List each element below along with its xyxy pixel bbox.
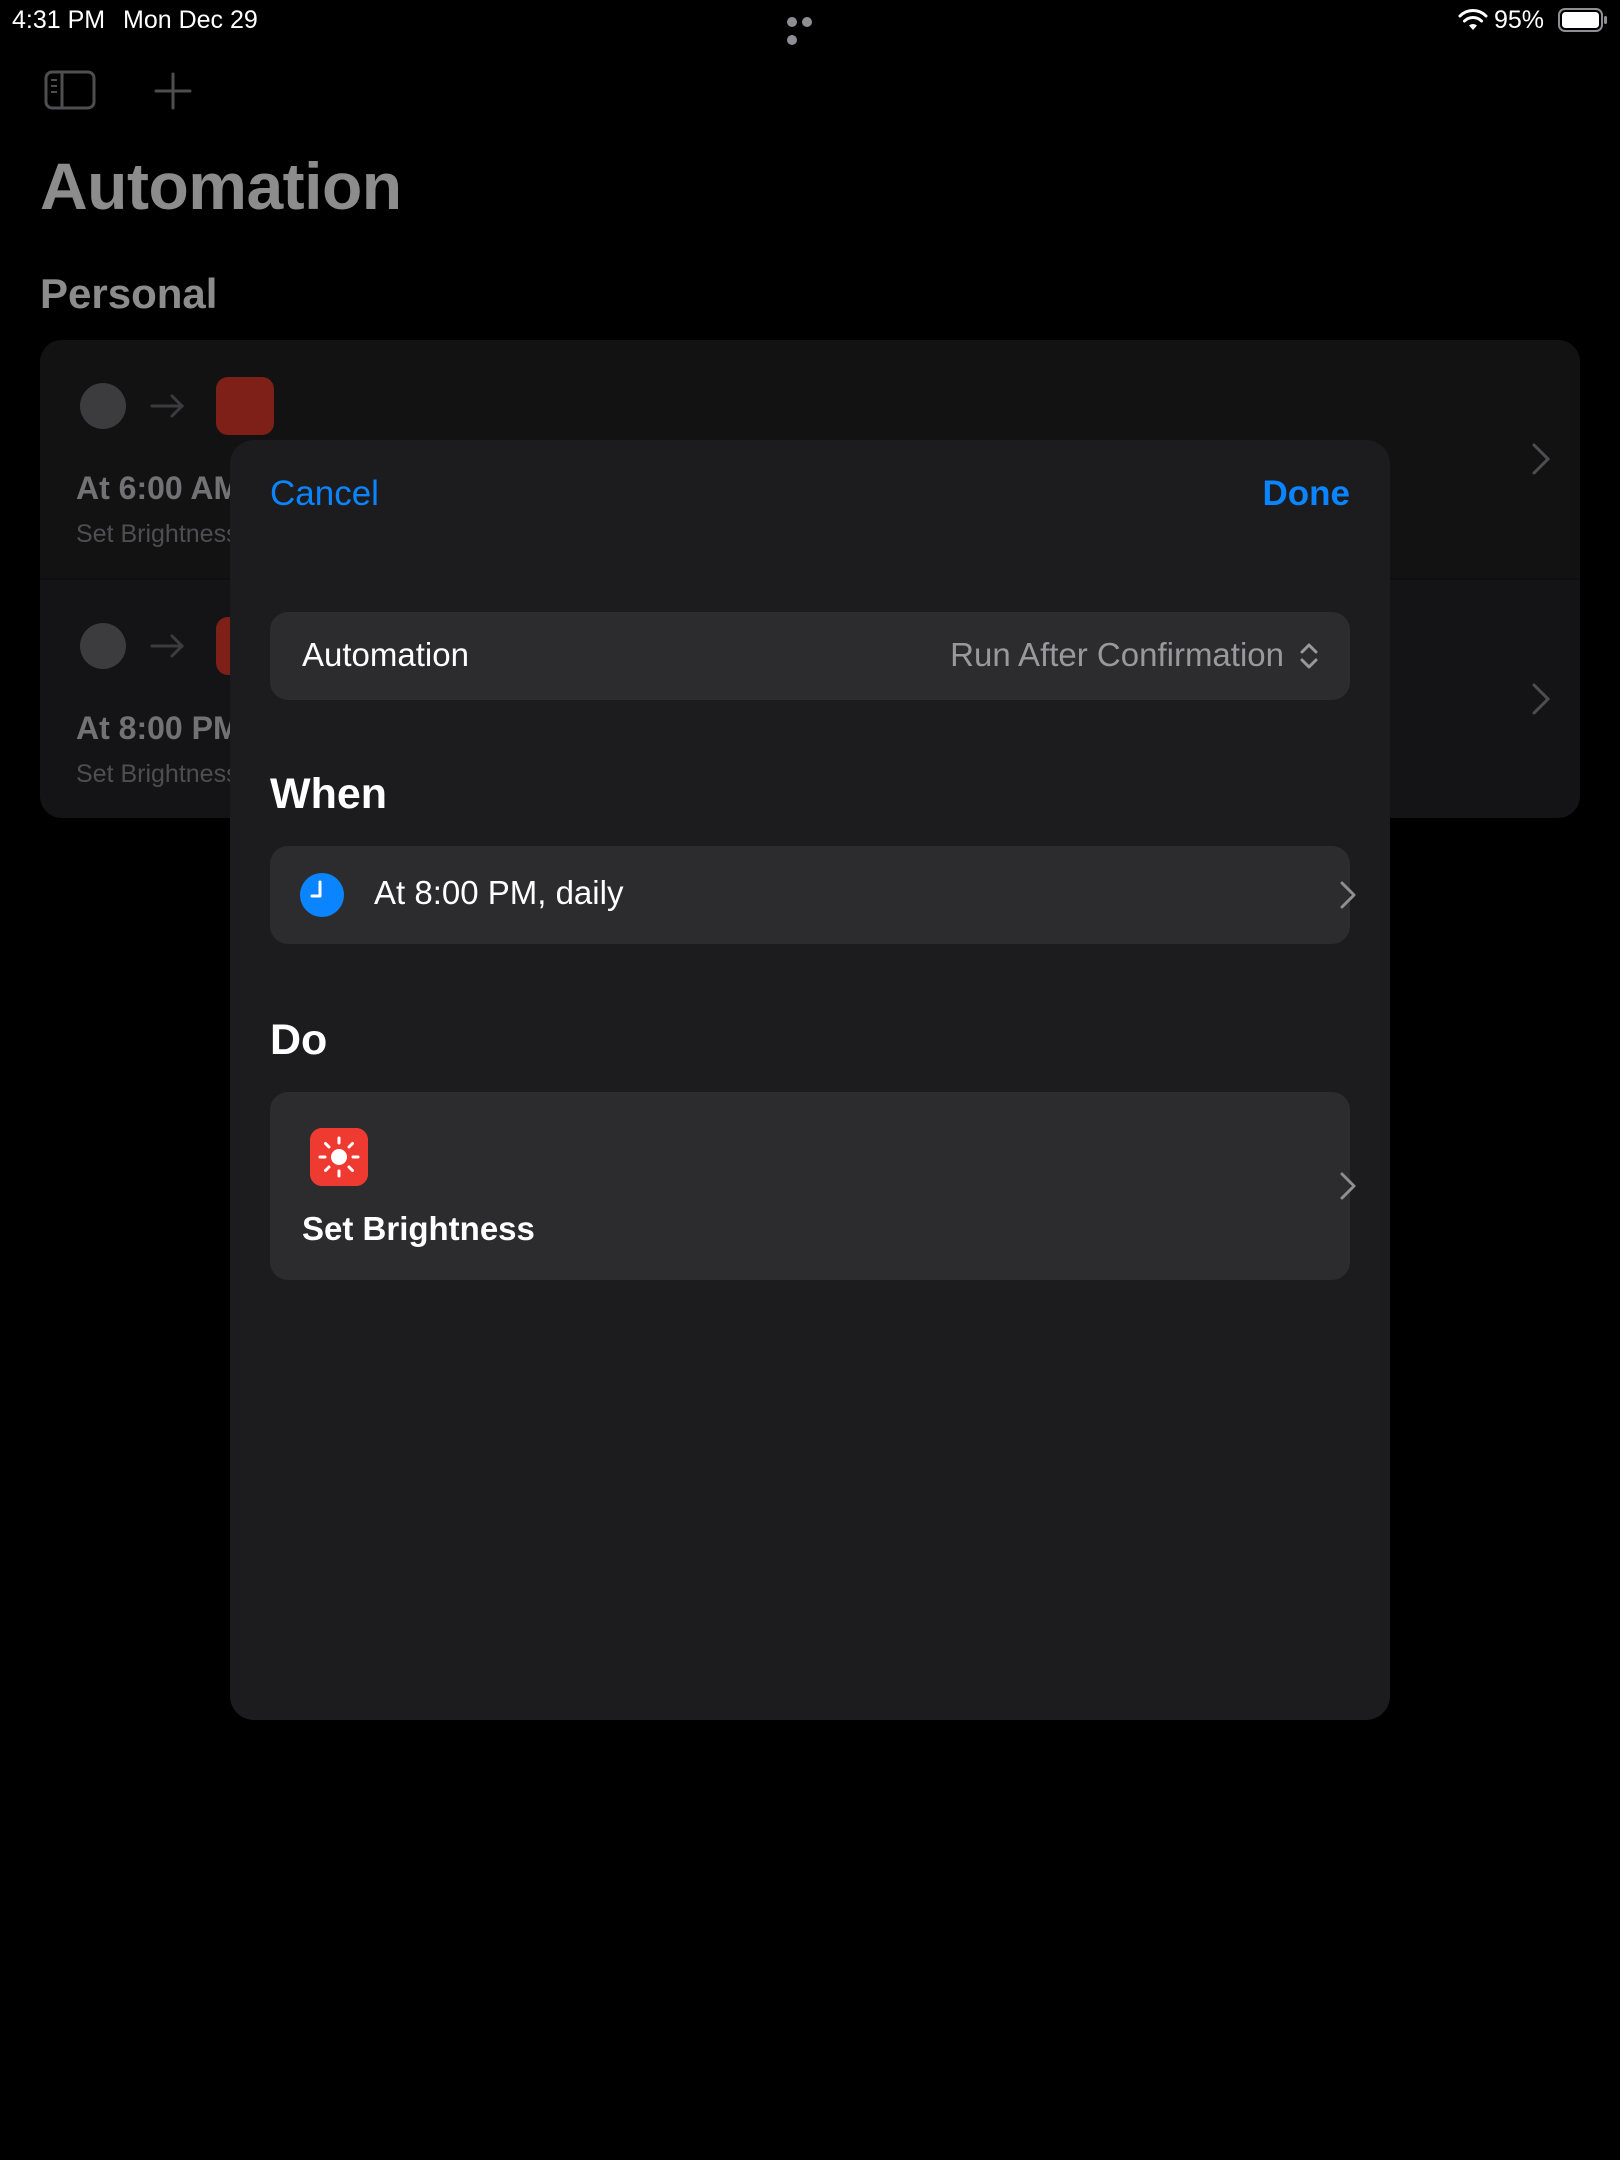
plus-icon[interactable] <box>154 72 192 110</box>
clock-icon <box>80 383 126 429</box>
chevron-right-icon <box>1532 443 1551 475</box>
action-label: Set Brightness <box>302 1210 535 1247</box>
status-date: Mon Dec 29 <box>123 6 258 34</box>
section-title: Personal <box>40 270 218 317</box>
wifi-icon <box>1458 9 1488 30</box>
automation-title: At 6:00 AM <box>76 470 241 506</box>
battery-icon <box>1558 8 1607 32</box>
automation-label: Automation <box>302 636 469 673</box>
action-row[interactable]: Set Brightness <box>270 1092 1356 1280</box>
multitasking-dots-icon[interactable] <box>787 14 831 45</box>
chevron-right-icon <box>1340 881 1356 909</box>
battery-percent: 95% <box>1494 6 1545 34</box>
chevron-right-icon <box>1340 1172 1356 1200</box>
brightness-icon <box>216 377 274 435</box>
clock-icon <box>80 623 126 669</box>
chevron-up-down-icon <box>1300 643 1318 669</box>
automation-title: At 8:00 PM <box>76 710 240 746</box>
trigger-row[interactable]: At 8:00 PM, daily <box>270 846 1356 944</box>
do-header: Do <box>270 1016 328 1064</box>
cancel-button[interactable]: Cancel <box>270 474 379 514</box>
automation-subtitle: Set Brightness <box>76 520 239 548</box>
page-title: Automation <box>40 149 402 223</box>
arrow-right-icon <box>150 394 185 418</box>
trigger-label: At 8:00 PM, daily <box>374 874 624 911</box>
automation-mode-value: Run After Confirmation <box>950 636 1284 673</box>
sidebar-icon[interactable] <box>44 70 96 110</box>
automation-subtitle: Set Brightness <box>76 760 239 788</box>
status-time: 4:31 PM <box>12 6 106 34</box>
edit-automation-sheet: Cancel Done Automation Run After Confirm… <box>230 440 1390 1720</box>
arrow-right-icon <box>150 634 185 658</box>
clock-icon <box>300 873 344 917</box>
chevron-right-icon <box>1532 683 1551 715</box>
brightness-icon <box>310 1128 368 1186</box>
automation-mode-picker[interactable]: Automation Run After Confirmation <box>270 612 1350 700</box>
done-button[interactable]: Done <box>1263 474 1351 514</box>
when-header: When <box>270 770 388 818</box>
